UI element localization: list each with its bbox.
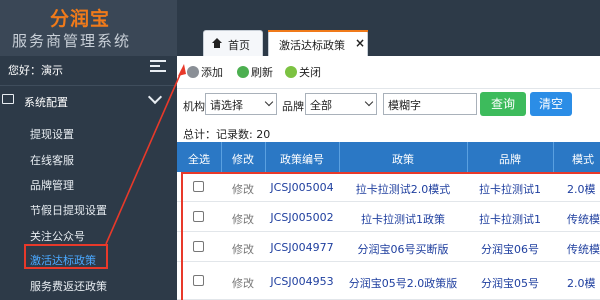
sidebar-section-system-config[interactable]: 系统配置: [0, 89, 177, 112]
brand-header: 品牌: [499, 153, 521, 166]
tab-activation-policy[interactable]: 激活达标政策 ×: [268, 30, 368, 56]
refresh-label: 刷新: [251, 66, 273, 79]
sidebar-item-online-service[interactable]: 在线客服: [30, 152, 74, 168]
tab-label: 首页: [228, 39, 250, 52]
active-tab-indicator: [268, 30, 368, 32]
tab-label: 激活达标政策: [279, 39, 345, 52]
sidebar-item-holiday-withdraw[interactable]: 节假日提现设置: [30, 202, 107, 218]
toolbar: 添加 刷新 关闭: [177, 60, 600, 84]
highlight-frame: [181, 172, 600, 300]
tab-home[interactable]: 首页: [203, 30, 263, 56]
brand-label: 品牌: [282, 100, 304, 113]
mode-header: 模式: [572, 153, 594, 166]
policy-header: 政策: [392, 153, 414, 166]
refresh-icon: [237, 66, 249, 78]
refresh-button[interactable]: 刷新: [237, 64, 273, 80]
sidebar-item-brand-management[interactable]: 品牌管理: [30, 177, 74, 193]
monitor-icon: [2, 94, 14, 104]
close-label: 关闭: [299, 66, 321, 79]
add-user-icon: [187, 66, 199, 78]
brand-value: 全部: [310, 99, 332, 112]
org-value: 请选择: [210, 99, 243, 112]
highlight-box: [24, 244, 108, 269]
add-button[interactable]: 添加: [187, 64, 223, 80]
chevron-down-icon: [364, 97, 374, 107]
sidebar-item-withdraw-settings[interactable]: 提现设置: [30, 126, 74, 142]
org-label: 机构: [183, 100, 205, 113]
brand-header: 分润宝 服务商管理系统: [0, 0, 177, 56]
home-icon: [212, 38, 222, 48]
edit-header: 修改: [232, 153, 254, 166]
close-icon[interactable]: ×: [355, 36, 365, 50]
brand-subtitle: 服务商管理系统: [12, 32, 132, 50]
select-all-header[interactable]: 全选: [187, 151, 211, 167]
close-button[interactable]: 关闭: [285, 64, 321, 80]
sidebar-divider: [0, 85, 177, 86]
org-select[interactable]: 请选择: [205, 93, 277, 115]
sidebar-item-fee-return-policy[interactable]: 服务费返还政策: [30, 278, 107, 294]
user-greeting: 您好：演示: [8, 64, 63, 77]
table-header: 全选 修改 政策编号 政策 品牌 模式: [177, 142, 600, 172]
search-button[interactable]: 查询: [480, 92, 526, 116]
policy-code-header: 政策编号: [280, 153, 324, 166]
chevron-down-icon: [147, 89, 163, 105]
chevron-down-icon: [264, 97, 274, 107]
keyword-input[interactable]: 模糊字: [383, 93, 477, 115]
menu-toggle-icon[interactable]: [150, 60, 166, 74]
brand-select[interactable]: 全部: [305, 93, 377, 115]
record-summary: 总计：记录数: 20: [183, 128, 271, 141]
add-label: 添加: [201, 66, 223, 79]
brand-name: 分润宝: [50, 8, 111, 30]
clear-button[interactable]: 清空: [530, 92, 572, 116]
section-label: 系统配置: [24, 96, 68, 109]
sidebar-item-follow-account[interactable]: 关注公众号: [30, 228, 85, 244]
close-circle-icon: [285, 66, 297, 78]
